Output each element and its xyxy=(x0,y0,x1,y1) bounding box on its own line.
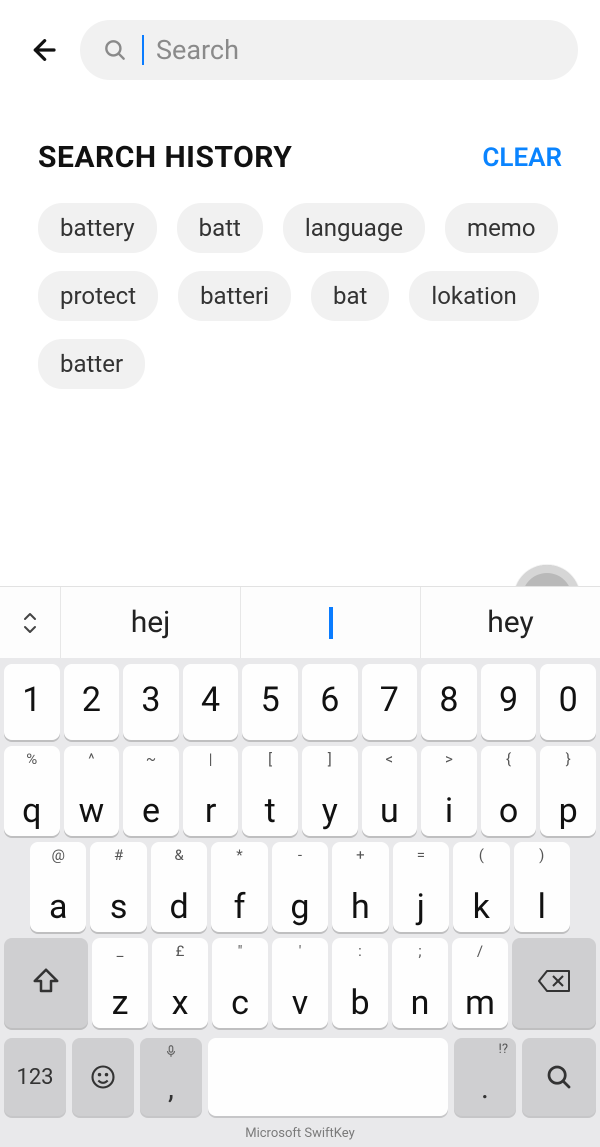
history-chip[interactable]: language xyxy=(283,203,425,253)
period-label: . xyxy=(481,1071,489,1116)
key-q[interactable]: %q xyxy=(4,746,60,836)
key-j[interactable]: =j xyxy=(393,842,449,932)
key-4[interactable]: 4 xyxy=(183,664,239,740)
shift-key[interactable] xyxy=(4,938,88,1028)
search-action-key[interactable] xyxy=(522,1038,596,1116)
section-title: SEARCH HISTORY xyxy=(38,140,292,175)
key-g[interactable]: -g xyxy=(272,842,328,932)
smile-icon xyxy=(89,1063,117,1091)
history-chip-list: battery batt language memo protect batte… xyxy=(38,203,562,389)
key-7[interactable]: 7 xyxy=(362,664,418,740)
key-n[interactable]: ;n xyxy=(392,938,448,1028)
history-chip[interactable]: lokation xyxy=(409,271,538,321)
key-row-bottom: 123 , !? . xyxy=(0,1034,600,1124)
suggestion-cursor xyxy=(329,607,333,639)
text-cursor xyxy=(142,35,144,65)
expand-suggestions-button[interactable] xyxy=(0,587,60,658)
key-k[interactable]: (k xyxy=(453,842,509,932)
backspace-icon xyxy=(537,968,571,994)
history-chip[interactable]: battery xyxy=(38,203,157,253)
key-8[interactable]: 8 xyxy=(421,664,477,740)
key-m[interactable]: /m xyxy=(452,938,508,1028)
keyboard-keys: 1 2 3 4 5 6 7 8 9 0 %q ^w ~e |r [t ]y <u… xyxy=(0,658,600,1028)
search-history-section: SEARCH HISTORY CLEAR battery batt langua… xyxy=(0,90,600,389)
comma-key[interactable]: , xyxy=(140,1038,202,1116)
history-chip[interactable]: bat xyxy=(311,271,389,321)
key-row-2: @a #s &d *f -g +h =j (k )l xyxy=(4,842,596,932)
period-alt: !? xyxy=(499,1042,509,1057)
key-s[interactable]: #s xyxy=(90,842,146,932)
history-chip[interactable]: memo xyxy=(445,203,558,253)
key-f[interactable]: *f xyxy=(211,842,267,932)
key-r[interactable]: |r xyxy=(183,746,239,836)
key-l[interactable]: )l xyxy=(514,842,570,932)
key-t[interactable]: [t xyxy=(242,746,298,836)
symbols-key[interactable]: 123 xyxy=(4,1038,66,1116)
period-key[interactable]: !? . xyxy=(454,1038,516,1116)
suggestion-center[interactable] xyxy=(240,587,420,658)
section-header: SEARCH HISTORY CLEAR xyxy=(38,140,562,175)
key-0[interactable]: 0 xyxy=(540,664,596,740)
history-chip[interactable]: batter xyxy=(38,339,145,389)
history-chip[interactable]: protect xyxy=(38,271,158,321)
key-p[interactable]: }p xyxy=(540,746,596,836)
key-d[interactable]: &d xyxy=(151,842,207,932)
search-input[interactable] xyxy=(156,34,556,66)
key-3[interactable]: 3 xyxy=(123,664,179,740)
emoji-key[interactable] xyxy=(72,1038,134,1116)
keyboard-brand: Microsoft SwiftKey xyxy=(0,1124,600,1147)
mic-icon xyxy=(164,1044,178,1058)
key-5[interactable]: 5 xyxy=(242,664,298,740)
keyboard: hej hey 1 2 3 4 5 6 7 8 9 0 %q ^w ~e |r … xyxy=(0,586,600,1147)
key-1[interactable]: 1 xyxy=(4,664,60,740)
suggestion-right[interactable]: hey xyxy=(420,587,600,658)
key-i[interactable]: >i xyxy=(421,746,477,836)
key-h[interactable]: +h xyxy=(332,842,388,932)
history-chip[interactable]: batt xyxy=(177,203,263,253)
key-v[interactable]: 'v xyxy=(272,938,328,1028)
key-9[interactable]: 9 xyxy=(481,664,537,740)
search-icon xyxy=(544,1062,574,1092)
key-row-3: _z £x "c 'v :b ;n /m xyxy=(4,938,596,1028)
key-c[interactable]: "c xyxy=(212,938,268,1028)
comma-label: , xyxy=(168,1071,174,1116)
key-e[interactable]: ~e xyxy=(123,746,179,836)
key-y[interactable]: ]y xyxy=(302,746,358,836)
spacebar-key[interactable] xyxy=(208,1038,448,1116)
key-b[interactable]: :b xyxy=(332,938,388,1028)
suggestion-left[interactable]: hej xyxy=(60,587,240,658)
back-button[interactable] xyxy=(22,30,62,70)
search-icon xyxy=(102,37,128,63)
key-o[interactable]: {o xyxy=(481,746,537,836)
key-6[interactable]: 6 xyxy=(302,664,358,740)
chevron-up-down-icon xyxy=(20,610,40,636)
clear-history-button[interactable]: CLEAR xyxy=(482,143,562,173)
history-chip[interactable]: batteri xyxy=(178,271,291,321)
key-row-numbers: 1 2 3 4 5 6 7 8 9 0 xyxy=(4,664,596,740)
key-w[interactable]: ^w xyxy=(64,746,120,836)
arrow-left-icon xyxy=(26,34,58,66)
key-2[interactable]: 2 xyxy=(64,664,120,740)
shift-icon xyxy=(31,966,61,996)
key-row-1: %q ^w ~e |r [t ]y <u >i {o }p xyxy=(4,746,596,836)
key-a[interactable]: @a xyxy=(30,842,86,932)
search-bar[interactable] xyxy=(80,20,578,80)
key-x[interactable]: £x xyxy=(152,938,208,1028)
suggestion-bar: hej hey xyxy=(0,586,600,658)
header-bar xyxy=(0,0,600,90)
backspace-key[interactable] xyxy=(512,938,596,1028)
key-z[interactable]: _z xyxy=(92,938,148,1028)
key-u[interactable]: <u xyxy=(362,746,418,836)
